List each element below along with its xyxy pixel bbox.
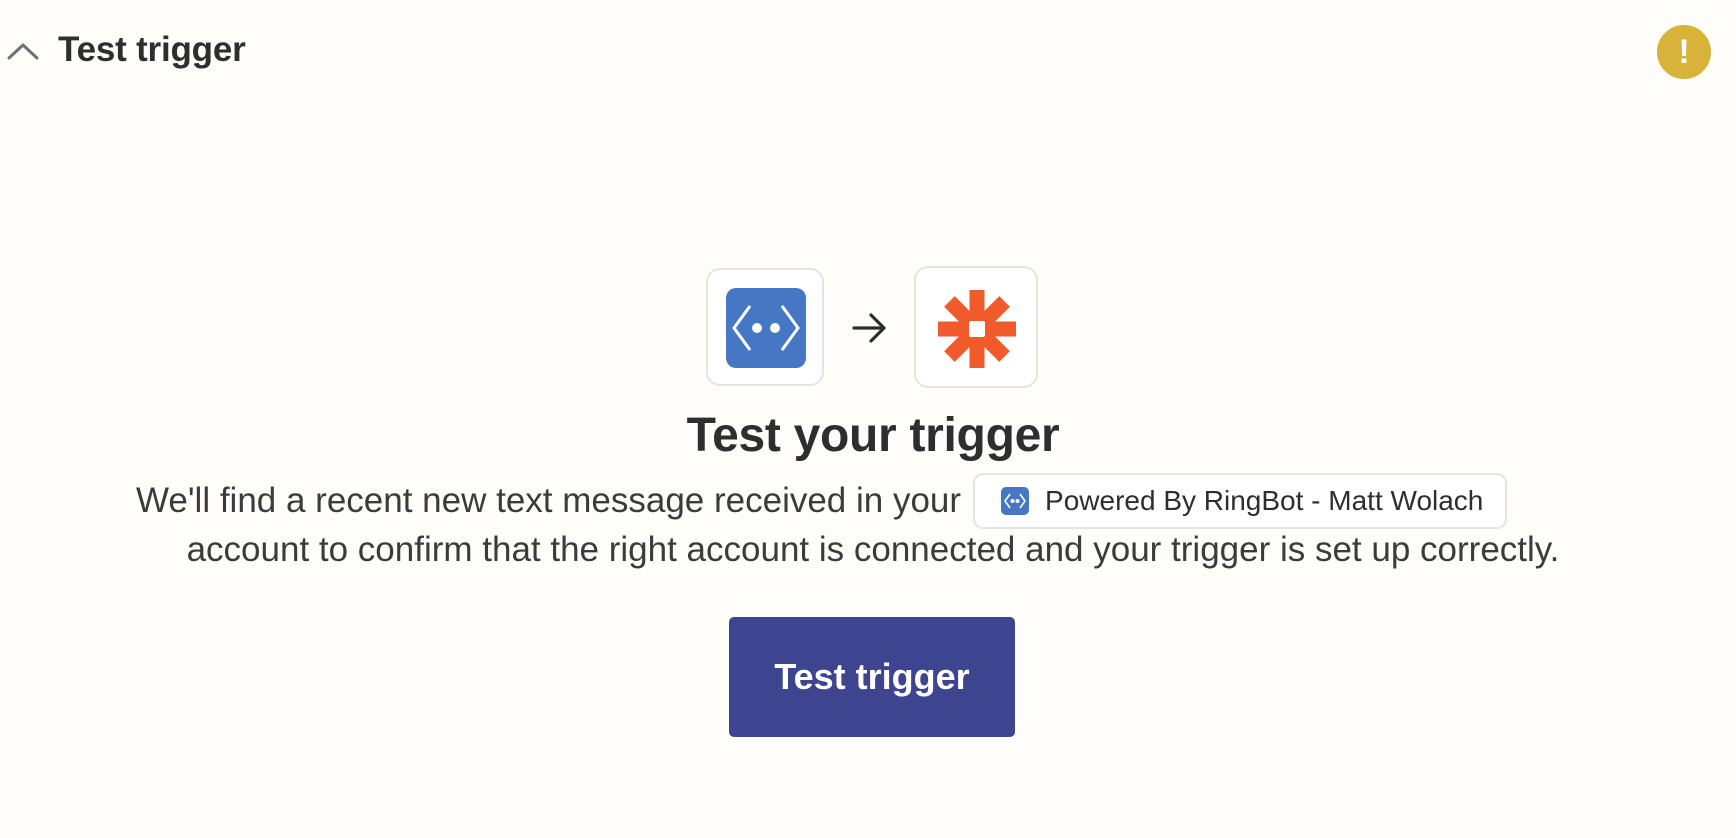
app-flow (706, 266, 1040, 390)
account-chip: Powered By RingBot - Matt Wolach (973, 473, 1508, 529)
source-app-tile (706, 268, 824, 386)
page-title: Test your trigger (686, 409, 1060, 462)
ringbot-icon (1001, 487, 1030, 515)
test-trigger-panel: Test trigger ! Test your trigger We'll f… (0, 0, 1736, 838)
zapier-icon (936, 288, 1018, 370)
arrow-right-icon (850, 308, 890, 348)
warning-icon: ! (1657, 25, 1711, 79)
chevron-up-icon[interactable] (6, 36, 42, 66)
destination-app-tile (914, 266, 1038, 388)
test-trigger-button[interactable]: Test trigger (729, 617, 1015, 737)
account-name: Powered By RingBot - Matt Wolach (1045, 485, 1484, 516)
description-text: We'll find a recent new text message rec… (136, 481, 962, 520)
section-title[interactable]: Test trigger (58, 30, 246, 70)
description-line-1: We'll find a recent new text message rec… (136, 473, 1508, 529)
ringbot-icon (726, 288, 806, 368)
description-line-2: account to confirm that the right accoun… (186, 530, 1560, 569)
section-header: Test trigger ! (0, 0, 1736, 104)
